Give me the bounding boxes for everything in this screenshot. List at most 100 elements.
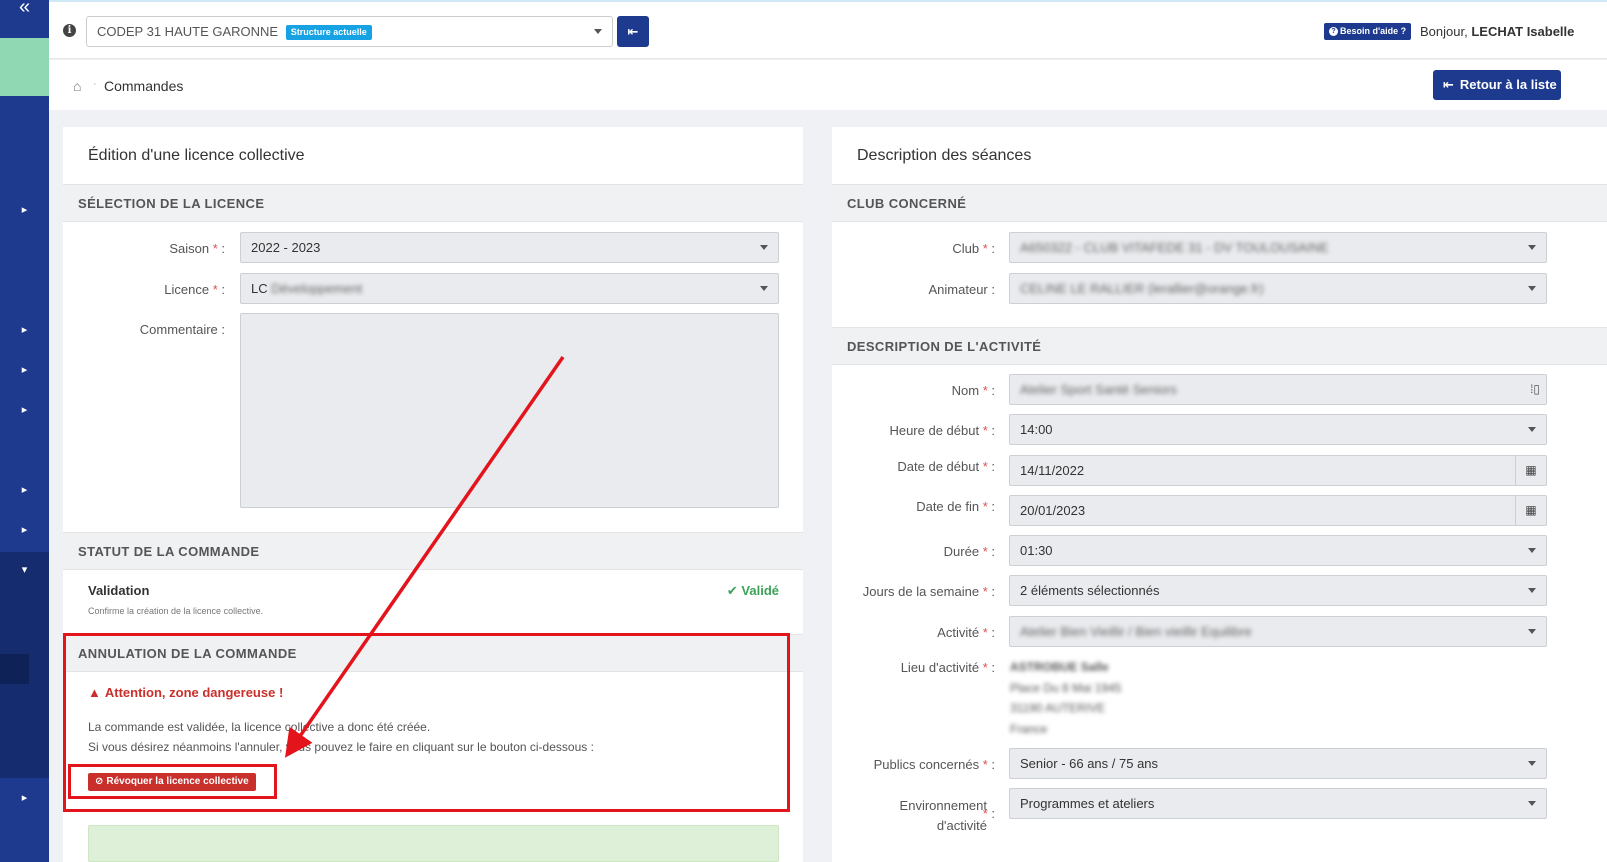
date-debut-label: Date de début * : [897,459,995,474]
lieu-line-3: 31190 AUTERIVE [1010,701,1106,715]
status-section-header: STATUT DE LA COMMANDE [63,532,803,570]
collapse-sidebar-icon[interactable]: « [0,0,49,38]
date-fin-value: 20/01/2023 [1020,503,1086,518]
date-fin-label: Date de fin * : [916,499,995,514]
animateur-select[interactable]: CELINE LE RALLIER (lerallier@orange.fr) [1009,273,1547,304]
sidebar-item-8-expand-icon[interactable]: ▸ [0,786,49,810]
structure-select[interactable]: CODEP 31 HAUTE GARONNE Structure actuell… [86,16,613,47]
calendar-icon[interactable]: ▦ [1515,496,1546,525]
back-label: Retour à la liste [1459,77,1557,92]
jours-select[interactable]: 2 éléments sélectionnés [1009,575,1547,606]
sessions-description-panel: Description des séances CLUB CONCERNÉ Cl… [832,127,1607,862]
sidebar-item-2-expand-icon[interactable]: ▸ [0,318,49,342]
activite-select[interactable]: Atelier Bien Vieillir / Bien vieillir Eq… [1009,616,1547,647]
current-structure-badge: Structure actuelle [285,25,372,41]
activity-section-header: DESCRIPTION DE L'ACTIVITÉ [832,327,1607,365]
sidebar-item-7-collapse-icon[interactable]: ▾ [0,558,49,582]
heure-value: 14:00 [1020,422,1053,437]
success-alert [88,825,779,862]
date-debut-input[interactable]: 14/11/2022 ▦ [1009,455,1547,486]
publics-value: Senior - 66 ans / 75 ans [1020,756,1159,771]
licence-label: Licence * : [164,282,225,297]
breadcrumb-current: Commandes [104,78,184,94]
jours-value: 2 éléments sélectionnés [1020,583,1160,598]
nom-input[interactable]: Atelier Sport Santé Seniors ⁞▯ [1009,374,1547,405]
help-button[interactable]: ? Besoin d'aide ? [1324,23,1412,40]
check-icon: ✔ [726,583,738,598]
heure-label: Heure de début * : [889,423,995,438]
env-label-1: Environnement [899,798,987,813]
panel-title: Description des séances [857,147,1032,164]
nom-label: Nom * : [951,383,995,398]
activite-label: Activité * : [937,625,995,640]
swap-icon: ⇤ [627,24,639,39]
animateur-label: Animateur : [928,282,995,297]
heure-select[interactable]: 14:00 [1009,414,1547,445]
activite-value: Atelier Bien Vieillir / Bien vieillir Eq… [1020,624,1252,639]
date-fin-input[interactable]: 20/01/2023 ▦ [1009,495,1547,526]
lieu-line-4: France [1010,722,1048,736]
greeting-prefix: Bonjour, [1420,24,1472,39]
saison-value: 2022 - 2023 [251,240,321,255]
licence-value: Développement [271,281,363,296]
duree-value: 01:30 [1020,543,1053,558]
question-icon: ? [1329,27,1338,37]
chevron-down-icon [1528,629,1536,634]
home-icon[interactable]: ⌂ [73,78,81,94]
env-label-2: d'activité [936,818,987,833]
chevron-down-icon [1528,245,1536,250]
sidebar-item-6-expand-icon[interactable]: ▸ [0,518,49,542]
sidebar-item-1-expand-icon[interactable]: ▸ [0,198,49,222]
sidebar-item-3-expand-icon[interactable]: ▸ [0,358,49,382]
switch-structure-button[interactable]: ⇤ [617,16,649,47]
chevron-down-icon [594,29,602,34]
lieu-label: Lieu d'activité * : [900,660,995,675]
sidebar-item-4-expand-icon[interactable]: ▸ [0,398,49,422]
validation-title: Validation [88,583,150,598]
validation-subtitle: Confirme la création de la licence colle… [88,606,264,616]
panel-title: Édition d'une licence collective [88,147,305,164]
licence-selection-section-header: SÉLECTION DE LA LICENCE [63,184,803,222]
back-to-list-button[interactable]: ⇤ Retour à la liste [1433,70,1561,100]
publics-select[interactable]: Senior - 66 ans / 75 ans [1009,748,1547,779]
breadcrumb-bar: ⌂ · Commandes ⇤ Retour à la liste [49,60,1607,110]
club-value: A650322 - CLUB VITAFEDE 31 - DV TOULOUSA… [1020,240,1329,255]
breadcrumb-separator: · [93,78,97,90]
saison-label: Saison * : [169,241,225,256]
comment-textarea[interactable] [240,313,779,508]
help-label: Besoin d'aide ? [1340,26,1407,36]
text-cursor-icon: ⁞▯ [1530,382,1540,396]
validation-status: ✔ Validé [727,583,779,599]
club-label: Club * : [952,241,995,256]
back-icon: ⇤ [1443,77,1454,92]
calendar-icon[interactable]: ▦ [1515,456,1546,485]
structure-name: CODEP 31 HAUTE GARONNE [97,24,279,39]
chevron-down-icon [1528,801,1536,806]
user-name: LECHAT Isabelle [1471,24,1575,39]
sidebar-active-subitem[interactable] [0,654,29,684]
chevron-down-icon [1528,286,1536,291]
sidebar-item-5-expand-icon[interactable]: ▸ [0,478,49,502]
annotation-highlight-button [68,764,277,799]
sidebar-logo-area [0,38,49,96]
chevron-down-icon [1528,588,1536,593]
env-value: Programmes et ateliers [1020,796,1155,811]
publics-label: Publics concernés * : [873,757,995,772]
date-debut-value: 14/11/2022 [1020,463,1085,478]
duree-label: Durée * : [943,544,995,559]
lieu-line-1: ASTROBUE Salle [1010,660,1109,674]
jours-label: Jours de la semaine * : [862,584,995,599]
duree-select[interactable]: 01:30 [1009,535,1547,566]
validation-status-label: Validé [741,583,779,598]
animateur-value: CELINE LE RALLIER (lerallier@orange.fr) [1020,281,1264,296]
env-select[interactable]: Programmes et ateliers [1009,788,1547,819]
info-icon[interactable]: i [63,24,76,37]
top-bar: i CODEP 31 HAUTE GARONNE Structure actue… [49,0,1607,59]
licence-select[interactable]: LC Développement [240,273,779,304]
chevron-down-icon [1528,761,1536,766]
comment-label: Commentaire : [139,322,225,337]
saison-select[interactable]: 2022 - 2023 [240,232,779,263]
club-select[interactable]: A650322 - CLUB VITAFEDE 31 - DV TOULOUSA… [1009,232,1547,263]
user-greeting[interactable]: Bonjour, LECHAT Isabelle [1420,24,1574,39]
chevron-down-icon [760,245,768,250]
